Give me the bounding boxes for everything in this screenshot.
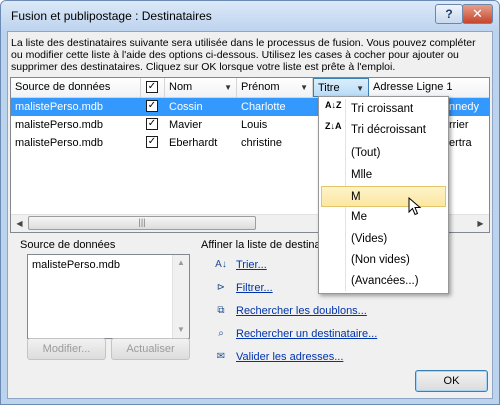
- menu-item-sort-asc[interactable]: A↓Z Tri croissant: [321, 99, 446, 120]
- close-button[interactable]: ✕: [462, 4, 493, 24]
- cell-adresse: rrier: [449, 119, 469, 131]
- menu-item-me[interactable]: Me: [321, 207, 446, 228]
- chevron-down-icon[interactable]: ▼: [224, 78, 232, 97]
- source-list[interactable]: malistePerso.mdb ▲ ▼: [27, 254, 190, 339]
- duplicates-link[interactable]: Rechercher les doublons...: [236, 303, 367, 319]
- help-button[interactable]: ?: [435, 4, 463, 24]
- menu-item-label: Me: [351, 211, 367, 223]
- sort-ascending-icon: A↓Z: [325, 100, 342, 110]
- cell-prenom: christine: [241, 137, 282, 149]
- modify-button[interactable]: Modifier...: [27, 338, 106, 360]
- scroll-right-icon[interactable]: ▶: [472, 215, 489, 232]
- list-item[interactable]: malistePerso.mdb: [32, 259, 120, 271]
- help-icon: ?: [445, 7, 453, 21]
- chevron-down-icon[interactable]: ▼: [356, 79, 364, 96]
- col-header-prenom-label: Prénom: [241, 81, 280, 93]
- duplicates-icon: ⧉: [217, 305, 225, 316]
- find-icon: ⌕: [218, 328, 224, 339]
- window-title: Fusion et publipostage : Destinataires: [11, 9, 212, 23]
- menu-item-label: Mlle: [351, 169, 373, 181]
- menu-item-label: (Vides): [351, 233, 388, 245]
- cell-prenom: Charlotte: [241, 101, 286, 113]
- cell-adresse: ertra: [449, 137, 472, 149]
- menu-item-m[interactable]: M: [321, 186, 446, 207]
- validate-icon: ✉: [216, 351, 226, 362]
- cell-source: malistePerso.mdb: [15, 119, 104, 131]
- col-header-source[interactable]: Source de données: [11, 78, 141, 97]
- menu-item-mlle[interactable]: Mlle: [321, 165, 446, 186]
- menu-item-sort-desc[interactable]: Z↓A Tri décroissant: [321, 120, 446, 141]
- col-header-adresse[interactable]: Adresse Ligne 1: [369, 78, 489, 97]
- cell-nom: Mavier: [169, 119, 203, 131]
- ok-button[interactable]: OK: [415, 370, 488, 392]
- mouse-cursor-icon: [408, 197, 422, 216]
- sort-descending-icon: Z↓A: [325, 121, 342, 131]
- cell-prenom: Louis: [241, 119, 268, 131]
- validate-link[interactable]: Valider les adresses...: [236, 349, 343, 365]
- close-icon: ✕: [472, 6, 483, 21]
- instructions-text: La liste des destinataires suivante sera…: [11, 37, 476, 73]
- source-label: Source de données: [20, 239, 116, 251]
- row-checkbox[interactable]: ✓: [146, 136, 158, 148]
- menu-item-advanced[interactable]: (Avancées...): [321, 271, 446, 292]
- scroll-up-icon[interactable]: ▲: [173, 255, 189, 271]
- title-bar[interactable]: Fusion et publipostage : Destinataires ?…: [1, 1, 499, 31]
- menu-item-label: M: [351, 191, 361, 203]
- col-header-check[interactable]: ✓: [141, 78, 165, 97]
- menu-item-label: (Avancées...): [351, 275, 419, 287]
- cell-source: malistePerso.mdb: [15, 137, 104, 149]
- dialog-window: Fusion et publipostage : Destinataires ?…: [0, 0, 500, 405]
- cell-source: malistePerso.mdb: [15, 101, 104, 113]
- col-header-titre-label: Titre: [318, 82, 340, 94]
- sort-link[interactable]: Trier...: [236, 257, 267, 273]
- cell-nom: Eberhardt: [169, 137, 218, 149]
- sort-icon: A↓: [215, 259, 227, 270]
- refresh-button[interactable]: Actualiser: [111, 338, 190, 360]
- cell-nom: Cossin: [169, 101, 203, 113]
- filter-link[interactable]: Filtrer...: [236, 280, 273, 296]
- menu-item-not-empty[interactable]: (Non vides): [321, 250, 446, 271]
- row-checkbox[interactable]: ✓: [146, 100, 158, 112]
- titre-dropdown-menu: A↓Z Tri croissant Z↓A Tri décroissant (T…: [318, 96, 449, 294]
- filter-icon: ⊳: [216, 282, 226, 293]
- find-recipient-link[interactable]: Rechercher un destinataire...: [236, 326, 377, 342]
- select-all-checkbox[interactable]: ✓: [146, 81, 158, 93]
- menu-item-label: (Tout): [351, 147, 381, 159]
- menu-item-label: (Non vides): [351, 254, 410, 266]
- row-checkbox[interactable]: ✓: [146, 118, 158, 130]
- menu-item-all[interactable]: (Tout): [321, 143, 446, 164]
- scroll-left-icon[interactable]: ◀: [11, 215, 28, 232]
- chevron-down-icon[interactable]: ▼: [300, 78, 308, 97]
- scroll-down-icon[interactable]: ▼: [173, 322, 189, 338]
- scrollbar-thumb[interactable]: |||: [28, 216, 256, 230]
- grid-header: Source de données ✓ Nom ▼ Prénom ▼ Titre ▼ …: [11, 78, 489, 98]
- col-header-nom-label: Nom: [169, 81, 193, 93]
- vertical-scrollbar[interactable]: ▲ ▼: [172, 255, 189, 338]
- menu-item-label: Tri croissant: [351, 103, 414, 115]
- cell-adresse: nnedy: [449, 101, 479, 113]
- col-header-nom[interactable]: Nom ▼: [165, 78, 237, 97]
- menu-item-label: Tri décroissant: [351, 124, 426, 136]
- col-header-titre[interactable]: Titre ▼: [313, 78, 369, 97]
- menu-item-empty[interactable]: (Vides): [321, 229, 446, 250]
- col-header-prenom[interactable]: Prénom ▼: [237, 78, 313, 97]
